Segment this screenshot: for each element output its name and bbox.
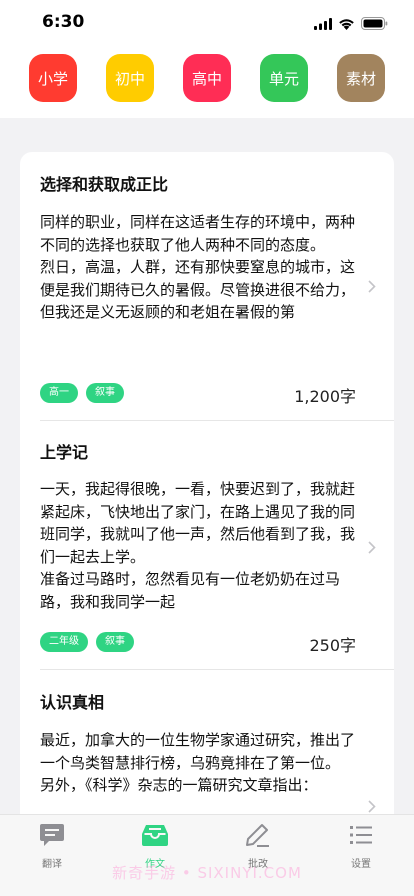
article-title: 上学记 bbox=[40, 443, 89, 462]
article-tags: 二年级 叙事 bbox=[40, 632, 134, 652]
article-tag: 二年级 bbox=[40, 632, 88, 652]
battery-icon bbox=[361, 15, 388, 34]
article-title: 认识真相 bbox=[40, 693, 105, 712]
article-tags: 高一 叙事 bbox=[40, 383, 124, 403]
article-item[interactable]: 认识真相 最近，加拿大的一位生物学家通过研究，推出了一个鸟类智慧排行榜，乌鸦竟排… bbox=[20, 670, 394, 832]
category-material-button[interactable]: 素材 bbox=[337, 54, 385, 102]
category-bar: 小学 初中 高中 单元 素材 bbox=[0, 46, 414, 118]
article-tag: 叙事 bbox=[86, 383, 124, 403]
article-title: 选择和获取成正比 bbox=[40, 175, 169, 194]
article-list-card: 选择和获取成正比 同样的职业，同样在这适者生存的环境中，两种不同的选择也获取了他… bbox=[20, 152, 394, 832]
tab-bar: 翻译 作文 批改 设置 bbox=[0, 814, 414, 896]
watermark: 新奇手游 • SIXINYI.COM bbox=[112, 864, 302, 882]
status-bar: 6:30 bbox=[0, 0, 414, 46]
article-excerpt: 最近，加拿大的一位生物学家通过研究，推出了一个鸟类智慧排行榜，乌鸦竟排在了第一位… bbox=[40, 731, 356, 794]
article-tag: 叙事 bbox=[96, 632, 134, 652]
signal-icon bbox=[314, 15, 332, 34]
article-item[interactable]: 上学记 一天，我起得很晚，一看，快要迟到了，我就赶紧起床，飞快地出了家门，在路上… bbox=[20, 421, 394, 669]
status-icons bbox=[314, 15, 388, 34]
pencil-icon bbox=[228, 823, 288, 851]
article-tag: 高一 bbox=[40, 383, 78, 403]
chevron-right-icon bbox=[368, 278, 376, 297]
list-icon bbox=[331, 823, 391, 851]
article-word-count: 1,200字 bbox=[294, 387, 356, 406]
category-unit-button[interactable]: 单元 bbox=[260, 54, 308, 102]
status-time: 6:30 bbox=[42, 12, 85, 32]
article-word-count: 250字 bbox=[309, 636, 356, 655]
article-excerpt: 同样的职业，同样在这适者生存的环境中，两种不同的选择也获取了他人两种不同的态度。… bbox=[40, 213, 356, 321]
category-primary-school-button[interactable]: 小学 bbox=[29, 54, 77, 102]
article-item[interactable]: 选择和获取成正比 同样的职业，同样在这适者生存的环境中，两种不同的选择也获取了他… bbox=[20, 152, 394, 420]
inbox-tray-icon bbox=[125, 823, 185, 851]
chevron-right-icon bbox=[368, 539, 376, 558]
wifi-icon bbox=[338, 15, 355, 34]
category-middle-school-button[interactable]: 初中 bbox=[106, 54, 154, 102]
category-high-school-button[interactable]: 高中 bbox=[183, 54, 231, 102]
article-excerpt: 一天，我起得很晚，一看，快要迟到了，我就赶紧起床，飞快地出了家门，在路上遇见了我… bbox=[40, 480, 356, 611]
chat-icon bbox=[22, 823, 82, 851]
